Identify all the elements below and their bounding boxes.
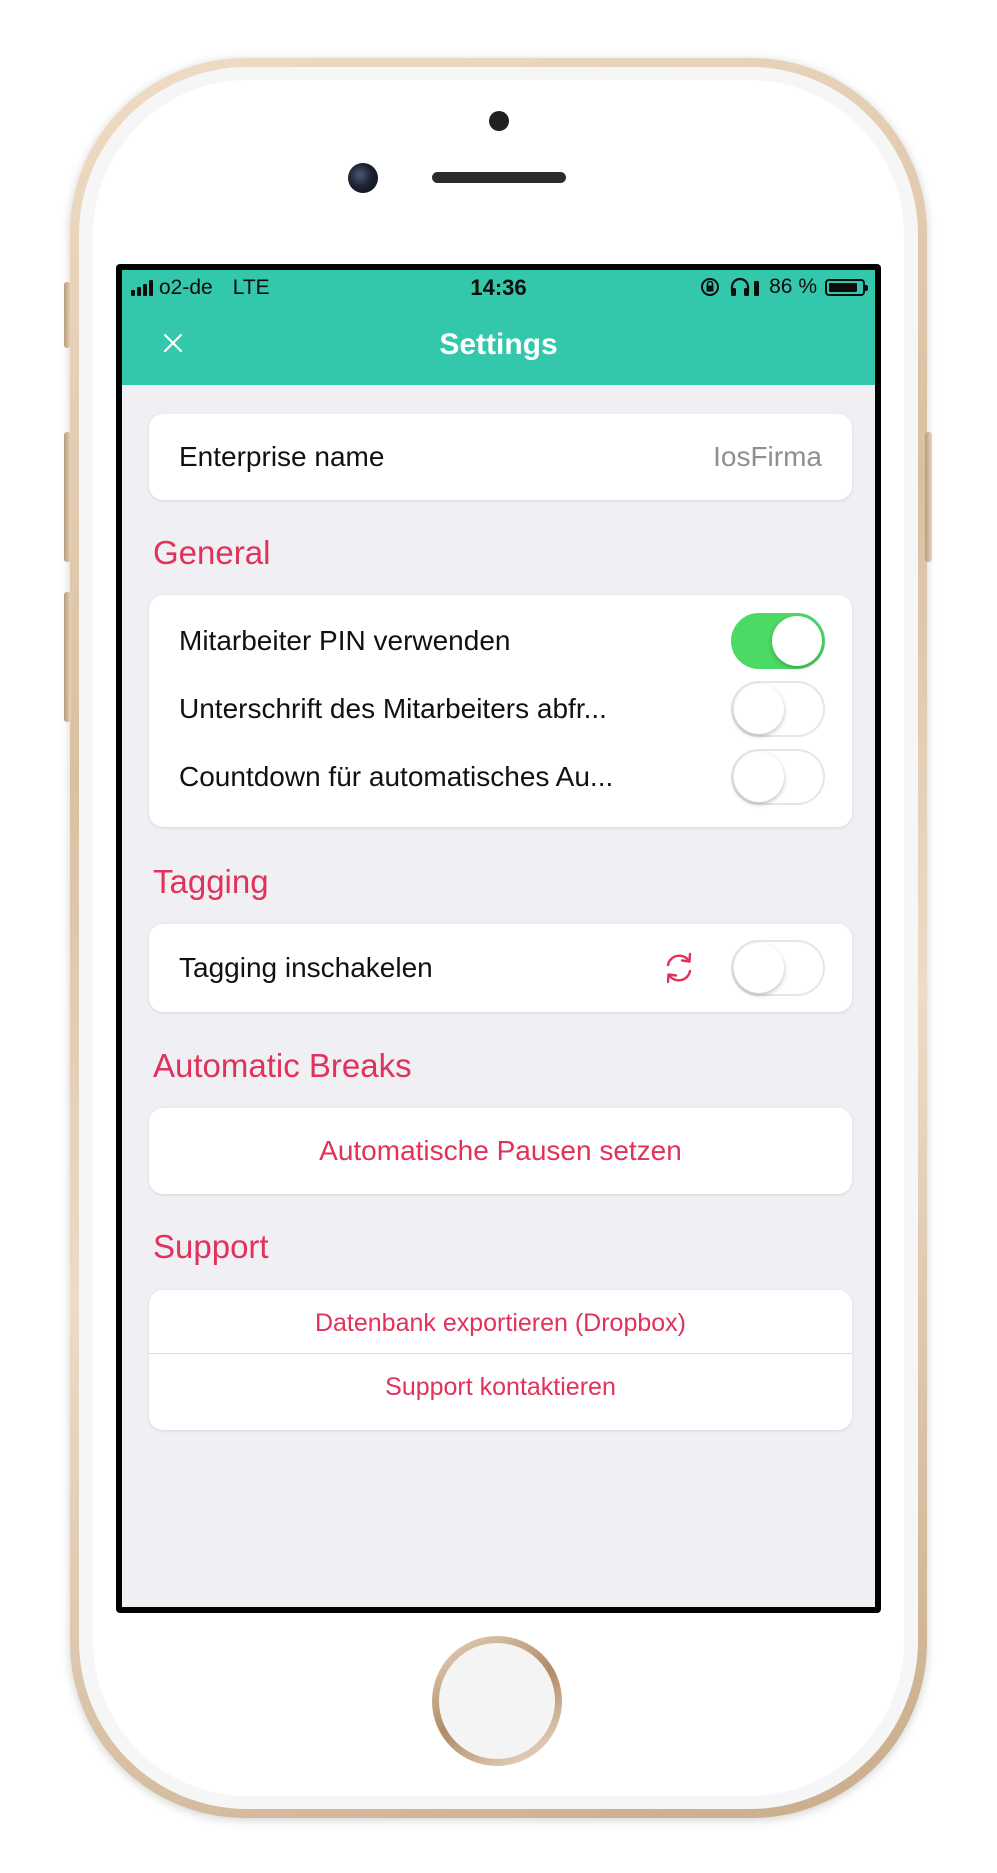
export-database-button[interactable]: Datenbank exportieren (Dropbox) [149, 1290, 852, 1356]
contact-support-button[interactable]: Support kontaktieren [149, 1354, 852, 1420]
enterprise-row[interactable]: Enterprise name IosFirma [149, 416, 852, 498]
toggle-knob [734, 752, 784, 802]
toggle-knob [772, 616, 822, 666]
toggle-knob [734, 684, 784, 734]
page-title: Settings [439, 328, 558, 361]
app-header: o2-de LTE 14:36 86 % Settings [122, 270, 875, 385]
section-title-support: Support [153, 1228, 269, 1265]
proximity-sensor [489, 111, 509, 131]
app-screen: o2-de LTE 14:36 86 % Settings Enterprise… [122, 270, 875, 1607]
status-right: 86 % [699, 275, 868, 299]
battery-icon [825, 278, 868, 296]
battery-percent: 86 % [769, 275, 817, 298]
battery-fill [829, 282, 857, 292]
enterprise-card[interactable]: Enterprise name IosFirma [149, 414, 852, 500]
enterprise-name-label: Enterprise name [179, 441, 385, 472]
toggle-signature[interactable] [731, 681, 825, 737]
status-bar: o2-de LTE 14:36 86 % [122, 270, 875, 304]
toggle-pin[interactable] [731, 613, 825, 669]
section-title-tagging: Tagging [153, 863, 269, 900]
section-title-general: General [153, 534, 271, 571]
setting-label-tagging: Tagging inschakelen [179, 952, 433, 983]
phone-screen: o2-de LTE 14:36 86 % Settings Enterprise… [116, 264, 881, 1613]
tagging-card: Tagging inschakelen [149, 924, 852, 1012]
rotation-lock-icon [701, 278, 720, 296]
earpiece-speaker [432, 172, 566, 183]
volume-down-button [64, 592, 71, 722]
section-title-automatic-breaks: Automatic Breaks [153, 1047, 412, 1084]
setting-label-countdown: Countdown für automatisches Au... [179, 761, 614, 792]
volume-up-button [64, 432, 71, 562]
toggle-countdown[interactable] [731, 749, 825, 805]
home-button[interactable] [432, 1636, 562, 1766]
mute-switch [64, 282, 71, 348]
general-card: Mitarbeiter PIN verwenden Unterschrift d… [149, 595, 852, 827]
headphones-icon [731, 277, 760, 296]
automatic-breaks-button[interactable]: Automatische Pausen setzen [149, 1108, 852, 1194]
enterprise-name-value: IosFirma [713, 441, 822, 472]
setting-row-tagging[interactable]: Tagging inschakelen [149, 927, 852, 1009]
refresh-icon[interactable] [660, 949, 698, 987]
power-button [925, 432, 932, 562]
toggle-tagging[interactable] [731, 940, 825, 996]
front-camera [348, 163, 378, 193]
setting-row-countdown[interactable]: Countdown für automatisches Au... [149, 736, 852, 818]
toggle-knob [734, 943, 784, 993]
automatic-breaks-card: Automatische Pausen setzen [149, 1108, 852, 1194]
support-card: Datenbank exportieren (Dropbox) Support … [149, 1290, 852, 1430]
